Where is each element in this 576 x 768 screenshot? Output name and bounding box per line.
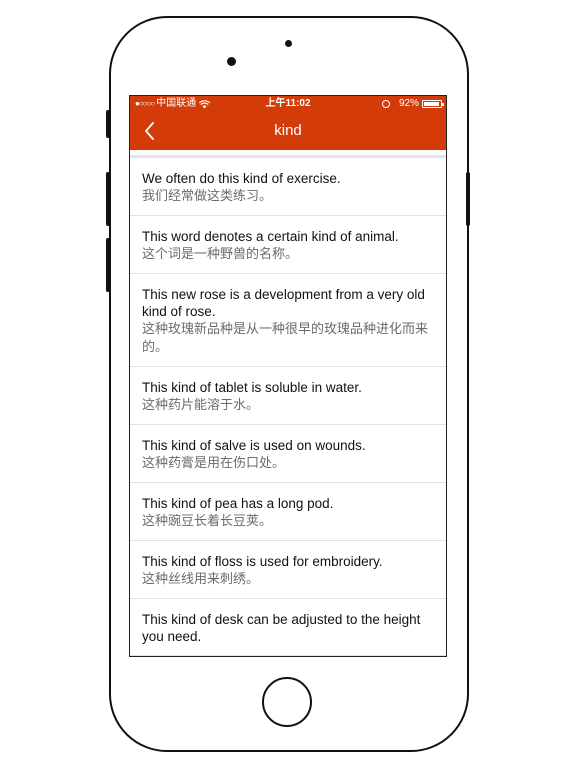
volume-up-button xyxy=(106,172,110,226)
status-bar: ●○○○○ 中国联通 上午11:02 92% xyxy=(130,96,446,112)
sentence-chinese: 这种药膏是用在伤口处。 xyxy=(142,455,286,470)
sentence-chinese: 我们经常做这类练习。 xyxy=(142,188,273,203)
list-item[interactable]: This word denotes a certain kind of anim… xyxy=(130,216,446,274)
volume-down-button xyxy=(106,238,110,292)
sentence-chinese: 这种豌豆长着长豆荚。 xyxy=(142,513,273,528)
sentence-english: This kind of pea has a long pod. xyxy=(142,496,334,511)
battery-icon xyxy=(422,100,444,108)
list-item[interactable]: This kind of salve is used on wounds. 这种… xyxy=(130,425,446,483)
sentence-english: We often do this kind of exercise. xyxy=(142,171,341,186)
list-item[interactable]: This kind of floss is used for embroider… xyxy=(130,541,446,599)
list-item[interactable]: We often do this kind of exercise. 我们经常做… xyxy=(130,158,446,216)
sentence-english: This kind of desk can be adjusted to the… xyxy=(142,612,421,644)
sentence-english: This new rose is a development from a ve… xyxy=(142,287,425,319)
list-item[interactable]: This new rose is a development from a ve… xyxy=(130,274,446,367)
list-item[interactable]: This kind of tablet is soluble in water.… xyxy=(130,367,446,425)
app-screen: ●○○○○ 中国联通 上午11:02 92% kind We often do … xyxy=(129,95,447,657)
sentence-english: This kind of salve is used on wounds. xyxy=(142,438,366,453)
sentence-chinese: 这个词是一种野兽的名称。 xyxy=(142,246,299,261)
home-button[interactable] xyxy=(262,677,312,727)
speaker xyxy=(285,40,292,47)
sentence-english: This word denotes a certain kind of anim… xyxy=(142,229,399,244)
list-item[interactable]: This kind of desk can be adjusted to the… xyxy=(130,599,446,656)
sentence-chinese: 这种药片能溶于水。 xyxy=(142,397,260,412)
power-button xyxy=(466,172,470,226)
sentence-chinese: 这种玫瑰新品种是从一种很早的玫瑰品种进化而来的。 xyxy=(142,321,429,354)
sentence-chinese: 这种丝线用来刺绣。 xyxy=(142,571,260,586)
sentence-list[interactable]: We often do this kind of exercise. 我们经常做… xyxy=(130,158,446,656)
nav-bar: kind xyxy=(130,112,446,150)
sentence-english: This kind of tablet is soluble in water. xyxy=(142,380,362,395)
rotation-lock-icon xyxy=(381,100,390,108)
mute-switch xyxy=(106,110,110,138)
list-item[interactable]: This kind of pea has a long pod. 这种豌豆长着长… xyxy=(130,483,446,541)
front-camera xyxy=(227,57,236,66)
sentence-english: This kind of floss is used for embroider… xyxy=(142,554,383,569)
battery-percent: 92% xyxy=(398,98,419,109)
page-title: kind xyxy=(274,122,302,139)
